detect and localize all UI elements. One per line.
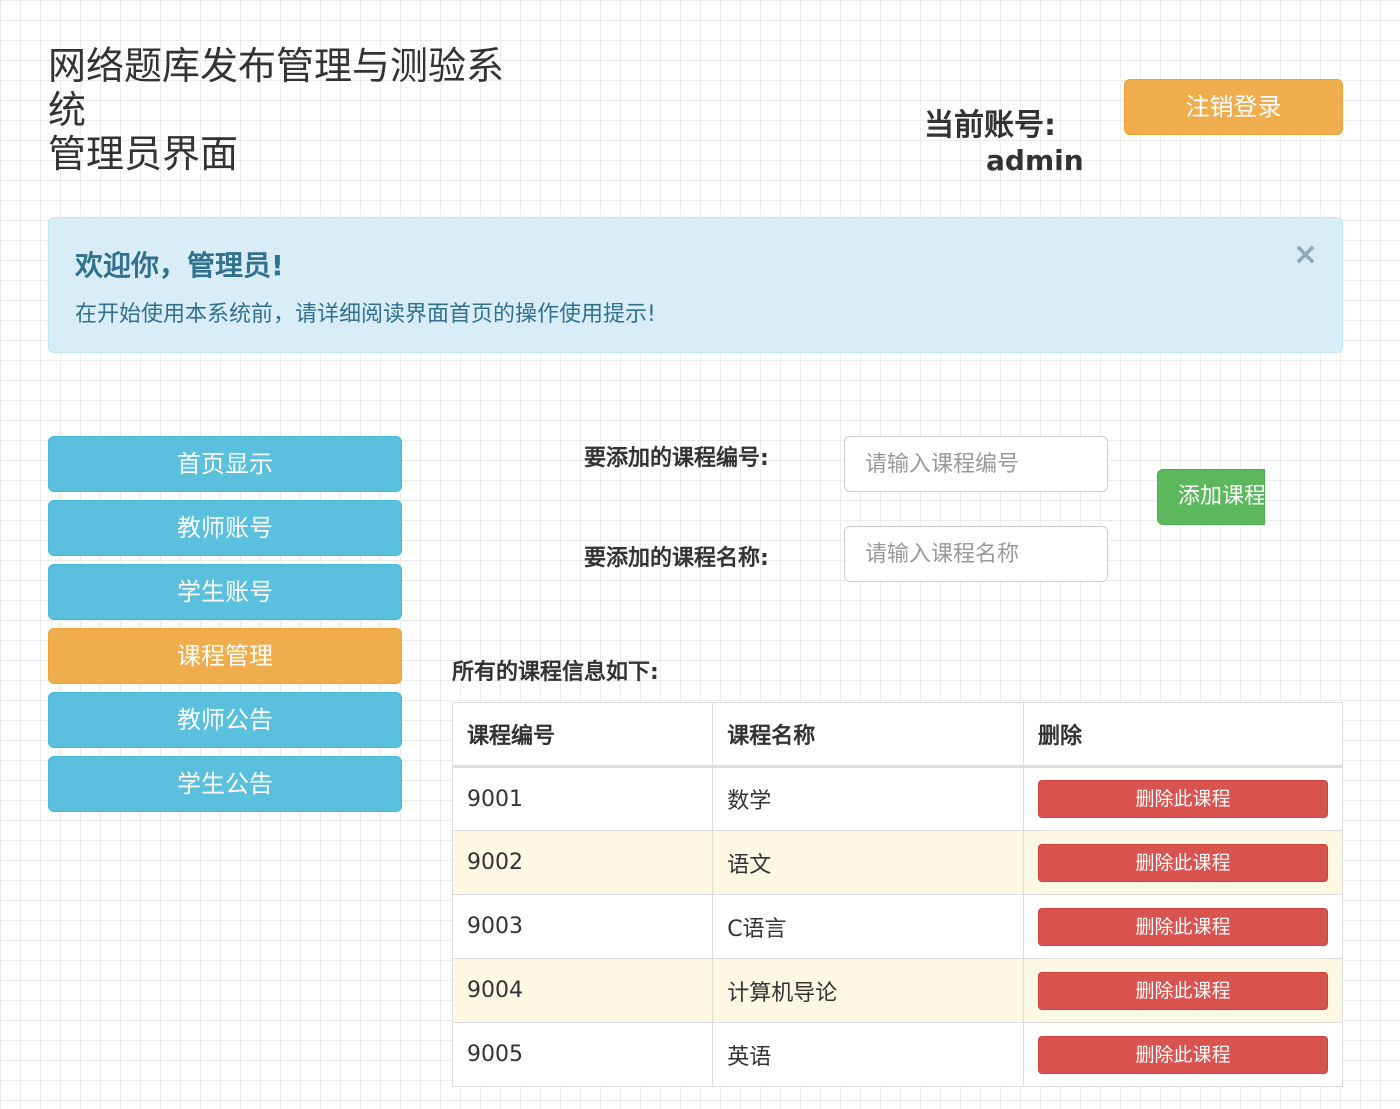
cell-course-id: 9003 bbox=[451, 894, 714, 959]
cell-course-id: 9005 bbox=[451, 1022, 714, 1087]
delete-course-button[interactable]: 删除此课程 bbox=[1037, 843, 1328, 882]
table-caption: 所有的课程信息如下: bbox=[452, 660, 659, 685]
nav-item-teacher-accounts[interactable]: 教师账号 bbox=[48, 500, 402, 556]
alert-title: 欢迎你，管理员! bbox=[75, 249, 284, 282]
header-course-name: 课程名称 bbox=[712, 702, 1024, 768]
sidebar-nav: 首页显示 教师账号 学生账号 课程管理 教师公告 学生公告 bbox=[48, 436, 402, 820]
system-title-line2: 统 bbox=[48, 88, 87, 132]
cell-course-name: 英语 bbox=[712, 1022, 1024, 1087]
delete-course-button[interactable]: 删除此课程 bbox=[1037, 1035, 1328, 1074]
header-delete: 删除 bbox=[1022, 702, 1344, 768]
cell-delete: 删除此课程 bbox=[1022, 958, 1344, 1023]
page-subtitle: 管理员界面 bbox=[48, 132, 239, 176]
cell-course-name: 计算机导论 bbox=[712, 958, 1024, 1023]
delete-course-button[interactable]: 删除此课程 bbox=[1037, 780, 1328, 818]
logout-button[interactable]: 注销登录 bbox=[1124, 79, 1343, 135]
add-course-button[interactable]: 添加课程 bbox=[1157, 469, 1265, 525]
cell-course-id: 9002 bbox=[451, 830, 714, 895]
cell-delete: 删除此课程 bbox=[1022, 894, 1344, 959]
header-course-id: 课程编号 bbox=[451, 702, 714, 768]
course-id-input[interactable] bbox=[844, 436, 1108, 492]
table-header-row: 课程编号 课程名称 删除 bbox=[451, 702, 1344, 768]
system-title: 网络题库发布管理与测验系 统 管理员界面 bbox=[48, 44, 548, 176]
close-icon[interactable]: × bbox=[1293, 240, 1318, 270]
course-name-label: 要添加的课程名称: bbox=[584, 546, 769, 571]
account-label: 当前账号: bbox=[924, 108, 1056, 143]
nav-item-teacher-notices[interactable]: 教师公告 bbox=[48, 692, 402, 748]
table-row: 9005 英语 删除此课程 bbox=[451, 1022, 1344, 1087]
cell-course-name: 语文 bbox=[712, 830, 1024, 895]
cell-delete: 删除此课程 bbox=[1022, 1022, 1344, 1087]
course-table: 课程编号 课程名称 删除 9001 数学 删除此课程 9002 语文 删除此课程… bbox=[451, 702, 1344, 1087]
cell-course-name: C语言 bbox=[712, 894, 1024, 959]
welcome-alert: 欢迎你，管理员! 在开始使用本系统前，请详细阅读界面首页的操作使用提示! × bbox=[48, 217, 1343, 353]
nav-item-student-notices[interactable]: 学生公告 bbox=[48, 756, 402, 812]
table-row: 9001 数学 删除此课程 bbox=[451, 766, 1344, 831]
cell-course-id: 9001 bbox=[451, 766, 714, 831]
alert-text: 在开始使用本系统前，请详细阅读界面首页的操作使用提示! bbox=[75, 302, 656, 327]
table-row: 9004 计算机导论 删除此课程 bbox=[451, 958, 1344, 1023]
cell-delete: 删除此课程 bbox=[1022, 766, 1344, 831]
system-title-line1: 网络题库发布管理与测验系 bbox=[48, 44, 505, 88]
nav-item-home[interactable]: 首页显示 bbox=[48, 436, 402, 492]
cell-delete: 删除此课程 bbox=[1022, 830, 1344, 895]
nav-item-course-management[interactable]: 课程管理 bbox=[48, 628, 402, 684]
cell-course-name: 数学 bbox=[712, 766, 1024, 831]
table-row: 9002 语文 删除此课程 bbox=[451, 830, 1344, 895]
delete-course-button[interactable]: 删除此课程 bbox=[1037, 971, 1328, 1010]
account-name: admin bbox=[986, 144, 1084, 177]
nav-item-student-accounts[interactable]: 学生账号 bbox=[48, 564, 402, 620]
course-id-label: 要添加的课程编号: bbox=[584, 446, 769, 471]
cell-course-id: 9004 bbox=[451, 958, 714, 1023]
course-name-input[interactable] bbox=[844, 526, 1108, 582]
table-row: 9003 C语言 删除此课程 bbox=[451, 894, 1344, 959]
delete-course-button[interactable]: 删除此课程 bbox=[1037, 907, 1328, 946]
